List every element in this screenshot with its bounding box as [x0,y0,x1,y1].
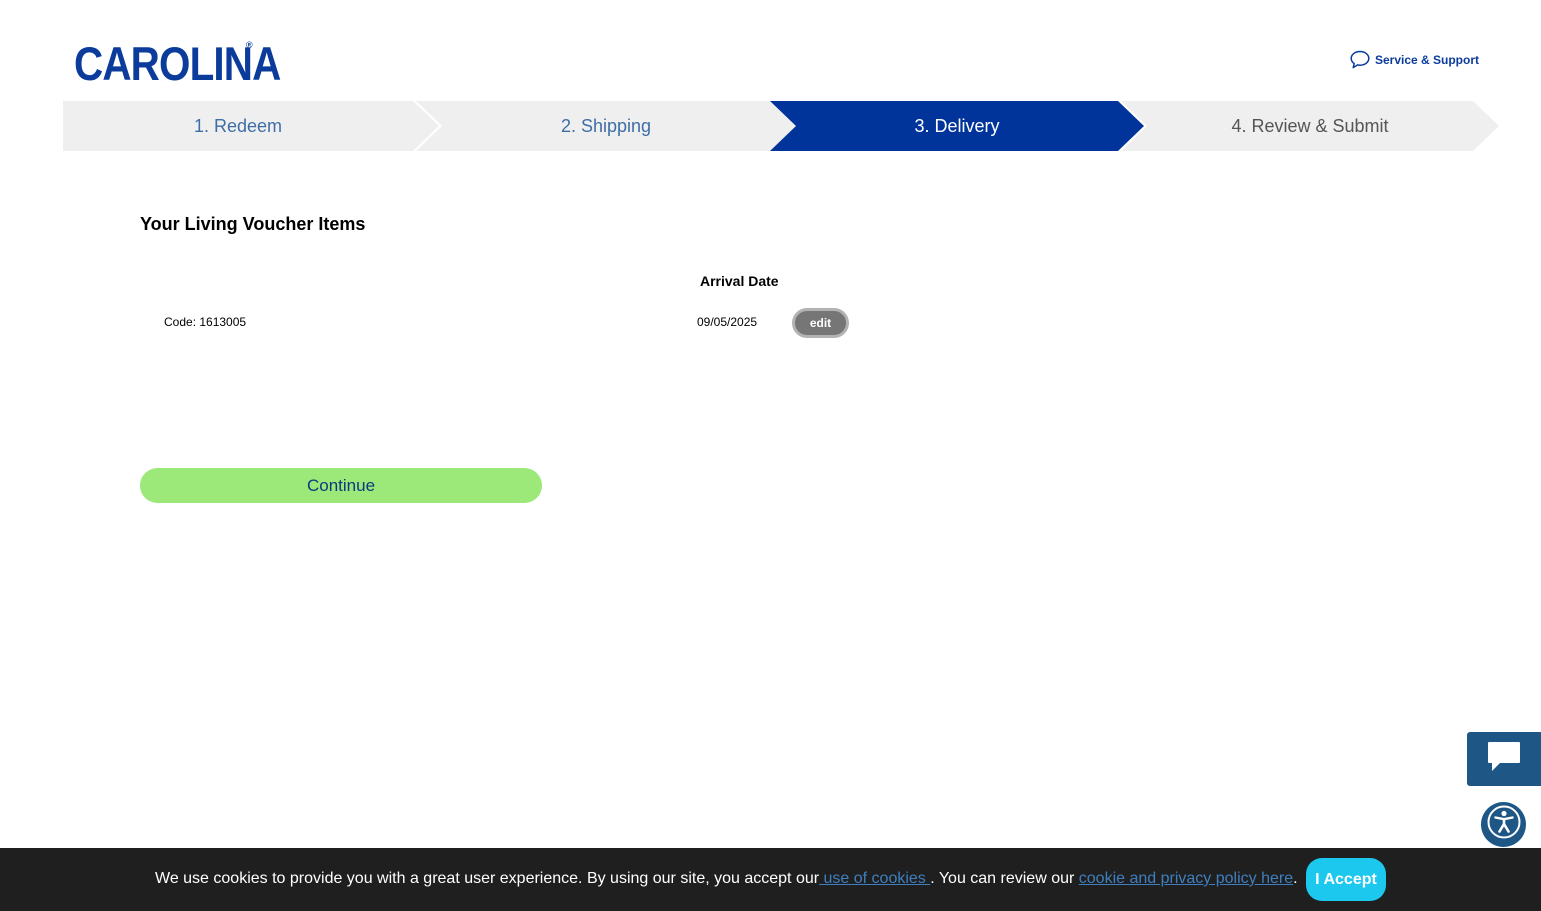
speech-bubble-icon [1350,50,1370,69]
accessibility-icon [1487,805,1521,844]
checkout-stepper: 1. Redeem 2. Shipping 3. Delivery 4. Rev… [63,101,1499,151]
accessibility-button[interactable] [1481,802,1526,847]
use-of-cookies-link[interactable]: use of cookies [819,870,930,887]
step-redeem-label: 1. Redeem [193,115,283,136]
step-delivery-label: 3. Delivery [914,115,1000,136]
item-arrival-date: 09/05/2025 [697,315,758,329]
continue-button[interactable]: Continue [140,468,542,503]
service-support-label: Service & Support [1374,52,1479,67]
cookie-text-before: We use cookies to provide you with a gre… [155,870,820,887]
step-shipping[interactable]: 2. Shipping [416,101,796,151]
edit-date-button[interactable]: edit [792,308,849,338]
cookie-consent-bar: We use cookies to provide you with a gre… [0,848,1541,911]
cookie-message: We use cookies to provide you with a gre… [155,870,1298,888]
step-review-submit[interactable]: 4. Review & Submit [1121,101,1499,151]
arrival-date-header: Arrival Date [700,273,779,289]
chat-icon [1486,740,1522,779]
step-delivery[interactable]: 3. Delivery [770,101,1144,151]
accept-cookies-button[interactable]: I Accept [1306,858,1386,901]
section-title: Your Living Voucher Items [140,214,366,234]
page: CAROLINA ® Service & Support 1. Redeem 2… [0,0,1541,911]
chat-widget-button[interactable] [1467,732,1541,786]
registered-mark: ® [246,40,253,50]
cookie-text-after: . [1293,870,1298,887]
privacy-policy-link[interactable]: cookie and privacy policy here [1079,870,1293,887]
service-support-link[interactable]: Service & Support [1350,50,1479,69]
item-code: Code: 1613005 [164,315,247,329]
carolina-logo[interactable]: CAROLINA ® [74,38,314,90]
step-redeem[interactable]: 1. Redeem [63,101,439,151]
step-review-submit-label: 4. Review & Submit [1231,115,1389,136]
step-shipping-label: 2. Shipping [560,115,652,136]
cookie-text-middle: . You can review our [930,870,1079,887]
